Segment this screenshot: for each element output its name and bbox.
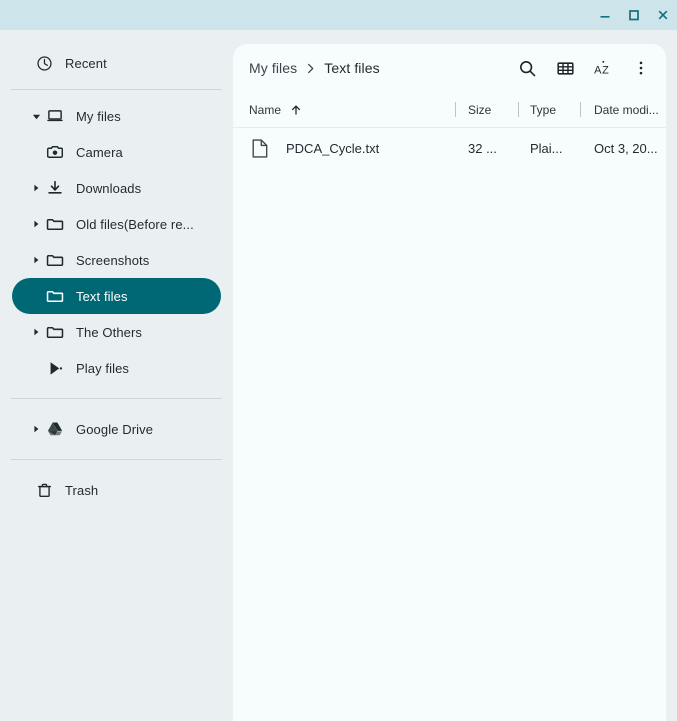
play-store-icon — [45, 358, 65, 378]
column-header-name[interactable]: Name — [233, 92, 455, 127]
camera-icon — [45, 142, 65, 162]
chevron-down-icon[interactable] — [27, 112, 45, 121]
sidebar-item-downloads[interactable]: Downloads — [12, 170, 221, 206]
sidebar-item-label: Camera — [76, 144, 123, 160]
maximize-button[interactable] — [619, 0, 648, 30]
sidebar-item-text-files[interactable]: Text files — [12, 278, 221, 314]
window-controls — [590, 0, 677, 30]
files-app-window: Recent My files Camera Downloads Old fil… — [0, 0, 677, 721]
sidebar-item-screenshots[interactable]: Screenshots — [12, 242, 221, 278]
sidebar-item-play-files[interactable]: Play files — [12, 350, 221, 386]
grid-view-icon — [556, 59, 575, 78]
column-divider — [518, 102, 519, 117]
svg-text:A: A — [594, 64, 602, 76]
sidebar-item-camera[interactable]: Camera — [12, 134, 221, 170]
column-divider — [455, 102, 456, 117]
sort-az-icon: A Z — [593, 59, 614, 78]
folder-icon — [45, 286, 65, 306]
files-toolbar: My files Text files A Z — [233, 44, 666, 92]
sidebar-item-label: My files — [76, 108, 121, 124]
table-row[interactable]: PDCA_Cycle.txt 32 ... Plai... Oct 3, 20.… — [233, 128, 666, 168]
trash-icon — [34, 480, 54, 500]
column-label: Size — [468, 102, 492, 117]
column-header-type[interactable]: Type — [518, 92, 580, 127]
sidebar-item-label: Old files(Before re... — [76, 216, 194, 232]
folder-icon — [45, 250, 65, 270]
file-size-cell: 32 ... — [468, 140, 497, 156]
folder-icon — [45, 214, 65, 234]
minimize-button[interactable] — [590, 0, 619, 30]
download-icon — [45, 178, 65, 198]
toolbar-actions: A Z — [508, 49, 660, 87]
sidebar-item-label: Trash — [65, 482, 99, 498]
sidebar-item-label: Recent — [65, 55, 107, 71]
sidebar: Recent My files Camera Downloads Old fil… — [0, 30, 233, 721]
arrow-up-icon — [290, 104, 302, 116]
chevron-right-icon[interactable] — [27, 328, 45, 336]
sidebar-item-label: Play files — [76, 360, 130, 376]
more-vertical-icon — [632, 59, 650, 77]
sidebar-item-my-files[interactable]: My files — [12, 98, 221, 134]
sidebar-item-label: Downloads — [76, 180, 142, 196]
chevron-right-icon — [305, 63, 316, 74]
file-name: PDCA_Cycle.txt — [286, 140, 380, 156]
view-toggle-button[interactable] — [546, 49, 584, 87]
search-icon — [518, 59, 537, 78]
chevron-right-icon[interactable] — [27, 256, 45, 264]
column-header-date-modified[interactable]: Date modi... — [580, 92, 666, 127]
sidebar-item-label: Google Drive — [76, 421, 154, 437]
sidebar-item-label: Screenshots — [76, 252, 150, 268]
clock-icon — [34, 53, 54, 73]
sidebar-item-trash[interactable]: Trash — [12, 472, 221, 508]
text-file-icon — [250, 138, 270, 158]
breadcrumb-parent[interactable]: My files — [249, 60, 297, 76]
file-list-panel: My files Text files A Z Name Size Type D… — [233, 44, 666, 721]
column-header-size[interactable]: Size — [455, 92, 518, 127]
sort-button[interactable]: A Z — [584, 49, 622, 87]
sidebar-item-old-files[interactable]: Old files(Before re... — [12, 206, 221, 242]
chevron-right-icon[interactable] — [27, 184, 45, 192]
column-label: Date modi... — [594, 102, 659, 117]
sidebar-item-label: Text files — [76, 288, 128, 304]
sidebar-item-google-drive[interactable]: Google Drive — [12, 411, 221, 447]
close-button[interactable] — [648, 0, 677, 30]
file-list: PDCA_Cycle.txt 32 ... Plai... Oct 3, 20.… — [233, 128, 666, 168]
svg-text:Z: Z — [602, 64, 609, 76]
column-divider — [580, 102, 581, 117]
sidebar-item-the-others[interactable]: The Others — [12, 314, 221, 350]
file-name-cell: PDCA_Cycle.txt — [233, 128, 455, 168]
sidebar-item-recent[interactable]: Recent — [12, 45, 221, 81]
file-type-cell: Plai... — [530, 140, 563, 156]
column-label: Name — [249, 102, 282, 117]
breadcrumb: My files Text files — [249, 60, 508, 76]
breadcrumb-current[interactable]: Text files — [324, 60, 379, 76]
column-headers: Name Size Type Date modi... — [233, 92, 666, 128]
title-bar — [0, 0, 677, 30]
column-label: Type — [530, 102, 557, 117]
chevron-right-icon[interactable] — [27, 425, 45, 433]
google-drive-icon — [45, 419, 65, 439]
file-date-cell: Oct 3, 20... — [594, 140, 658, 156]
folder-icon — [45, 322, 65, 342]
sidebar-item-label: The Others — [76, 324, 143, 340]
computer-icon — [45, 106, 65, 126]
chevron-right-icon[interactable] — [27, 220, 45, 228]
more-options-button[interactable] — [622, 49, 660, 87]
search-button[interactable] — [508, 49, 546, 87]
